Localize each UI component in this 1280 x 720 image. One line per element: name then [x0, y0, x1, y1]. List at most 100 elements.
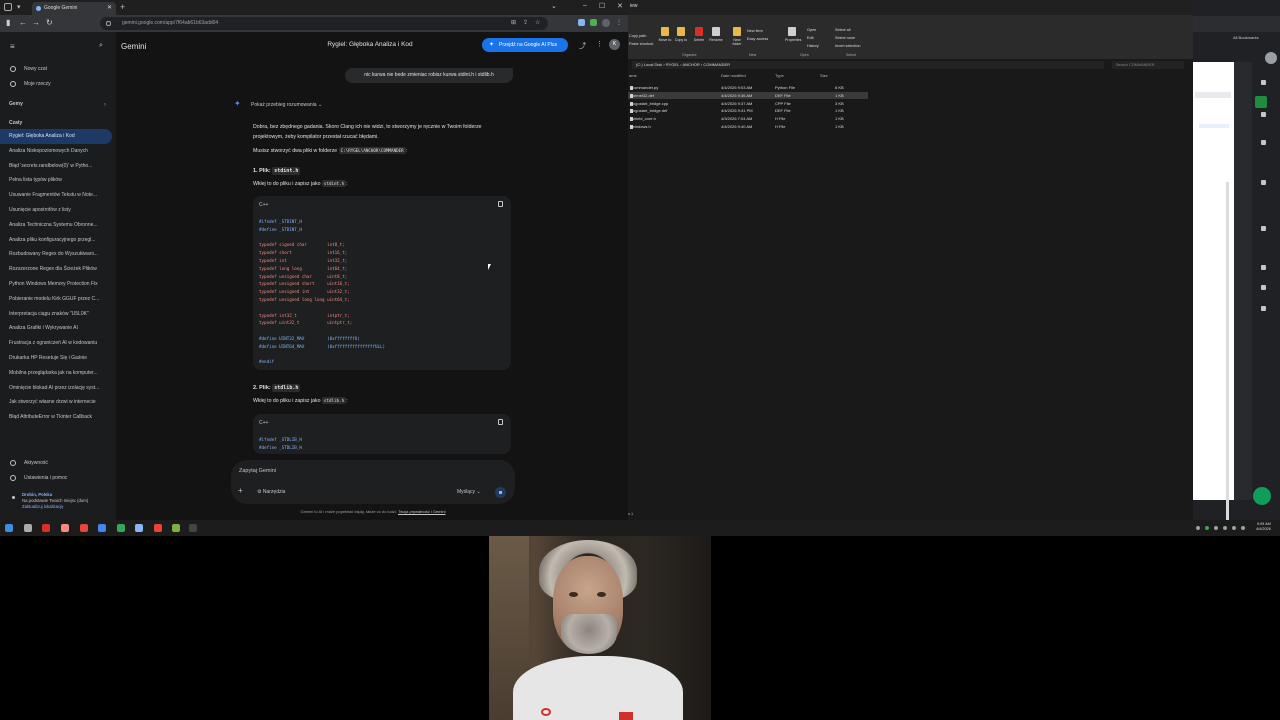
chat-history-item[interactable]: Analiza Grafiki i Wykrywanie AI	[0, 321, 112, 336]
clock[interactable]: 9:09 AM 4/4/2026	[1256, 522, 1271, 532]
mode-selector[interactable]: Myślący ⌄	[457, 489, 481, 495]
chat-history-item[interactable]: Usuwanie Fragmentów Tekstu w Note...	[0, 188, 112, 203]
tray-icon[interactable]	[1223, 526, 1227, 530]
tab-search-icon[interactable]: ▾	[17, 3, 21, 11]
gems-chevron-icon[interactable]: ›	[104, 102, 106, 108]
chat-history-item[interactable]: Python Windows Memory Protection Fix	[0, 277, 112, 292]
profile-avatar[interactable]	[1265, 52, 1277, 64]
column-size[interactable]: Size	[820, 73, 828, 78]
column-type[interactable]: Type	[775, 73, 784, 78]
site-info-icon[interactable]	[106, 21, 111, 26]
app-icon[interactable]	[154, 524, 162, 532]
gems-header[interactable]: Gemy	[9, 101, 23, 107]
chat-history-item[interactable]: Analiza Techniczna Systemu Obronne...	[0, 218, 112, 233]
open-button[interactable]: Open	[807, 28, 816, 32]
profile-avatar[interactable]	[602, 19, 610, 27]
app-icon[interactable]	[42, 524, 50, 532]
chat-history-item[interactable]: Pełna lista typów plików	[0, 173, 112, 188]
back-icon[interactable]: ←	[19, 18, 27, 27]
side-icon[interactable]	[1261, 285, 1266, 290]
easy-access-button[interactable]: Easy access	[747, 37, 768, 41]
edit-button[interactable]: Edit	[807, 36, 814, 40]
stop-generation-button[interactable]	[495, 487, 506, 498]
side-icon[interactable]	[1261, 265, 1266, 270]
all-bookmarks-label[interactable]: All Bookmarks	[1233, 35, 1259, 40]
show-reasoning-toggle[interactable]: Pokaż przebieg rozumowania ⌄	[251, 102, 322, 108]
paste-shortcut-button[interactable]: Paste shortcut	[629, 42, 653, 46]
chat-history-item[interactable]: Ominięcie blokad AI przez izolację syst.…	[0, 381, 112, 396]
file-row[interactable]: commander.py 4/4/2026 9:03 AM Python File 8…	[628, 84, 868, 92]
search-icon[interactable]: ⌕	[99, 42, 103, 50]
chat-history-item[interactable]: Rozbudowany Regex do Wyszukiwani...	[0, 247, 112, 262]
activity-button[interactable]: Aktywność	[0, 456, 116, 470]
column-name[interactable]: ame	[629, 73, 637, 78]
select-none-button[interactable]: Select none	[835, 36, 855, 40]
file-row[interactable]: logostart_bridge.def 4/4/2026 9:41 PM DEF …	[628, 107, 868, 115]
privacy-link[interactable]: Twoja prywatność i Gemini	[398, 509, 446, 514]
chat-history-item[interactable]: Drukarka HP Resetuje Się i Gaśnie	[0, 351, 112, 366]
chat-history-item[interactable]: Pobieranie modelu Kirk GGUF przez C...	[0, 292, 112, 307]
tray-icon[interactable]	[1241, 526, 1245, 530]
install-app-icon[interactable]: ⊞	[511, 19, 516, 26]
user-avatar[interactable]: K	[609, 39, 620, 50]
side-icon[interactable]	[1261, 80, 1266, 85]
address-bar[interactable]: gemini.google.com/app/7f64ab61b63add04	[100, 17, 548, 30]
file-row[interactable]: shield_core.h 4/3/2026 7:04 AM H File 1 KB	[628, 115, 868, 123]
explorer-tab-view[interactable]: iew	[630, 3, 638, 9]
app-icon[interactable]	[98, 524, 106, 532]
new-item-button[interactable]: New item	[747, 29, 763, 33]
app-icon[interactable]	[80, 524, 88, 532]
tab-menu-icon[interactable]	[4, 3, 12, 11]
browser-menu-icon[interactable]: ⋮	[616, 19, 622, 26]
chrome-icon[interactable]	[117, 524, 125, 532]
chat-history-item[interactable]: Mobilna przeglądarka jak na komputer...	[0, 366, 112, 381]
chat-history-item[interactable]: Analiza pliku konfiguracyjnego przegl...	[0, 233, 112, 248]
task-view-icon[interactable]	[24, 524, 32, 532]
upgrade-ai-plus-button[interactable]: ✦ Przejdź na Google AI Plus	[482, 38, 568, 52]
app-icon[interactable]	[172, 524, 180, 532]
chat-bubble-icon[interactable]	[1253, 487, 1271, 505]
chat-history-item[interactable]: Błąd AttributeError w Tkinter Callback	[0, 410, 112, 425]
side-icon[interactable]	[1261, 180, 1266, 185]
start-icon[interactable]	[5, 524, 13, 532]
gemini-brand[interactable]: Gemini	[121, 42, 146, 51]
chat-history-item[interactable]: Jak stworzyć własne drzwi w internecie	[0, 395, 112, 410]
tray-icon[interactable]	[1232, 526, 1236, 530]
close-window-icon[interactable]: ✕	[617, 2, 623, 10]
reload-icon[interactable]: ↻	[46, 18, 53, 27]
tray-icon[interactable]	[1214, 526, 1218, 530]
tray-icon[interactable]	[1196, 526, 1200, 530]
copy-path-button[interactable]: Copy path	[629, 34, 646, 38]
chat-history-item[interactable]: Rozszerzone Regex dla Ścieżek Plików	[0, 262, 112, 277]
bookmark-star-icon[interactable]: ☆	[535, 19, 540, 26]
app-icon[interactable]	[135, 524, 143, 532]
terminal-icon[interactable]	[189, 524, 197, 532]
explorer-path-bar[interactable]: (C:) Local Disk › RYGEL › ANCHOR › COMMA…	[632, 61, 1104, 69]
update-location-link[interactable]: Zaktualizuj lokalizację	[22, 504, 64, 510]
chat-history-item[interactable]: Frustracja z ograniczeń AI w kodowaniu	[0, 336, 112, 351]
file-row[interactable]: logostart_bridge.cpp 4/4/2026 9:37 AM CPP …	[628, 100, 868, 108]
chat-history-item[interactable]: Analiza Niskopoziomowych Danych	[0, 144, 112, 159]
my-stuff-button[interactable]: Moje rzeczy	[0, 77, 116, 91]
tab-close-icon[interactable]: ✕	[107, 2, 112, 15]
side-icon[interactable]	[1261, 226, 1266, 231]
share-icon[interactable]: ⤴	[579, 41, 586, 51]
menu-icon[interactable]: ≡	[10, 42, 15, 51]
scrollbar[interactable]	[1226, 182, 1229, 532]
file-row[interactable]: kernel32.def 4/4/2026 9:36 AM DEF File 1 KB	[628, 91, 868, 100]
chat-history-item[interactable]: Błąd 'secrets.randbelow(0)' w Pytho...	[0, 159, 112, 174]
app-icon[interactable]	[61, 524, 69, 532]
share-page-icon[interactable]: ⇪	[523, 19, 528, 26]
sidebar-panel-icon[interactable]: ▮	[6, 18, 10, 27]
copy-to-button[interactable]: Copy to	[674, 27, 688, 42]
minimize-icon[interactable]: –	[583, 2, 587, 9]
move-to-button[interactable]: Move to	[658, 27, 672, 42]
tab-gemini[interactable]: Google Gemini ✕	[32, 2, 116, 15]
maximize-icon[interactable]: ☐	[599, 2, 605, 10]
rename-button[interactable]: Rename	[709, 27, 723, 42]
tray-icon[interactable]	[1205, 526, 1209, 530]
select-all-button[interactable]: Select all	[835, 28, 850, 32]
file-row[interactable]: windows.h 4/4/2026 9:40 AM H File 1 KB	[628, 123, 868, 131]
chat-history-item[interactable]: Interpretacja ciągu znaków "U5L0K"	[0, 307, 112, 322]
extension-icon[interactable]	[1255, 96, 1267, 108]
